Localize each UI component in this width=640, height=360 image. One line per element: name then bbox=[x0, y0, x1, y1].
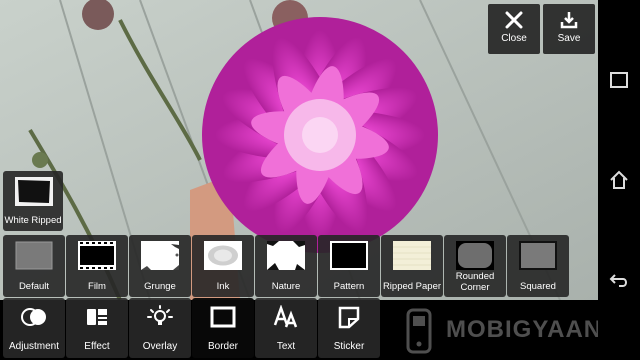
border-style-label: Default bbox=[18, 281, 50, 292]
overlay-icon bbox=[147, 305, 173, 325]
border-style-pattern[interactable]: Pattern bbox=[318, 235, 380, 297]
white-ripped-border-thumb bbox=[15, 177, 53, 206]
selected-border-white-ripped[interactable]: White Ripped bbox=[3, 171, 63, 231]
close-button[interactable]: Close bbox=[488, 4, 540, 54]
tool-label: Sticker bbox=[333, 341, 365, 352]
effect-icon bbox=[87, 309, 107, 325]
border-style-nature[interactable]: Nature bbox=[255, 235, 317, 297]
pattern-border-thumb bbox=[330, 241, 368, 270]
border-style-ink[interactable]: Ink bbox=[192, 235, 254, 297]
save-label: Save bbox=[557, 33, 581, 44]
ink-border-thumb bbox=[204, 241, 242, 270]
border-style-label: Pattern bbox=[333, 281, 365, 292]
nature-border-thumb bbox=[267, 241, 305, 270]
border-style-label: Nature bbox=[271, 281, 301, 292]
home-button[interactable] bbox=[598, 160, 640, 200]
border-style-squared[interactable]: Squared bbox=[507, 235, 569, 297]
ripped-paper-border-thumb bbox=[393, 241, 431, 270]
border-style-label: Ink bbox=[216, 281, 230, 292]
border-style-label: Grunge bbox=[144, 281, 176, 292]
recent-apps-button[interactable] bbox=[598, 60, 640, 100]
text-icon bbox=[273, 305, 298, 328]
border-style-ripped-paper[interactable]: Ripped Paper bbox=[381, 235, 443, 297]
close-label: Close bbox=[501, 33, 527, 44]
border-style-default[interactable]: Default bbox=[3, 235, 65, 297]
save-button[interactable]: Save bbox=[543, 4, 595, 54]
film-border-thumb bbox=[78, 241, 116, 270]
rounded-corner-border-thumb bbox=[456, 241, 494, 270]
grunge-border-thumb bbox=[141, 241, 179, 270]
default-border-thumb bbox=[15, 241, 53, 270]
recent-apps-icon bbox=[610, 72, 628, 88]
tool-border[interactable]: Border bbox=[192, 298, 254, 358]
border-style-rounded-corner[interactable]: Rounded Corner bbox=[444, 235, 506, 297]
tool-label: Text bbox=[276, 341, 296, 352]
sticker-icon bbox=[338, 306, 360, 329]
save-icon bbox=[560, 12, 578, 29]
back-button[interactable] bbox=[598, 260, 640, 300]
tool-label: Overlay bbox=[142, 341, 178, 352]
tool-label: Adjustment bbox=[8, 341, 60, 352]
squared-border-thumb bbox=[519, 241, 557, 270]
adjustment-icon bbox=[21, 308, 46, 326]
border-style-label: Ripped Paper bbox=[382, 281, 442, 292]
close-icon bbox=[505, 11, 523, 29]
tool-text[interactable]: Text bbox=[255, 298, 317, 358]
tool-overlay[interactable]: Overlay bbox=[129, 298, 191, 358]
home-icon bbox=[610, 170, 628, 189]
border-style-label: Rounded Corner bbox=[455, 271, 495, 293]
border-style-film[interactable]: Film bbox=[66, 235, 128, 297]
border-style-label: Film bbox=[88, 281, 106, 292]
border-style-grunge[interactable]: Grunge bbox=[129, 235, 191, 297]
tool-sticker[interactable]: Sticker bbox=[318, 298, 380, 358]
selected-border-label: White Ripped bbox=[4, 215, 62, 226]
phone-logo-icon bbox=[406, 308, 432, 354]
watermark-text: MOBIGYAAN bbox=[446, 316, 598, 343]
tool-label: Border bbox=[207, 341, 238, 352]
back-icon bbox=[609, 274, 627, 287]
tool-adjustment[interactable]: Adjustment bbox=[3, 298, 65, 358]
system-nav-bar bbox=[598, 0, 640, 360]
border-icon bbox=[210, 306, 236, 328]
watermark: MOBIGYAAN bbox=[380, 306, 598, 356]
tool-label: Effect bbox=[84, 341, 110, 352]
editor-canvas: Close Save White Ripped Default Film Gru… bbox=[0, 0, 598, 360]
border-style-label: Squared bbox=[520, 281, 556, 292]
tool-effect[interactable]: Effect bbox=[66, 298, 128, 358]
